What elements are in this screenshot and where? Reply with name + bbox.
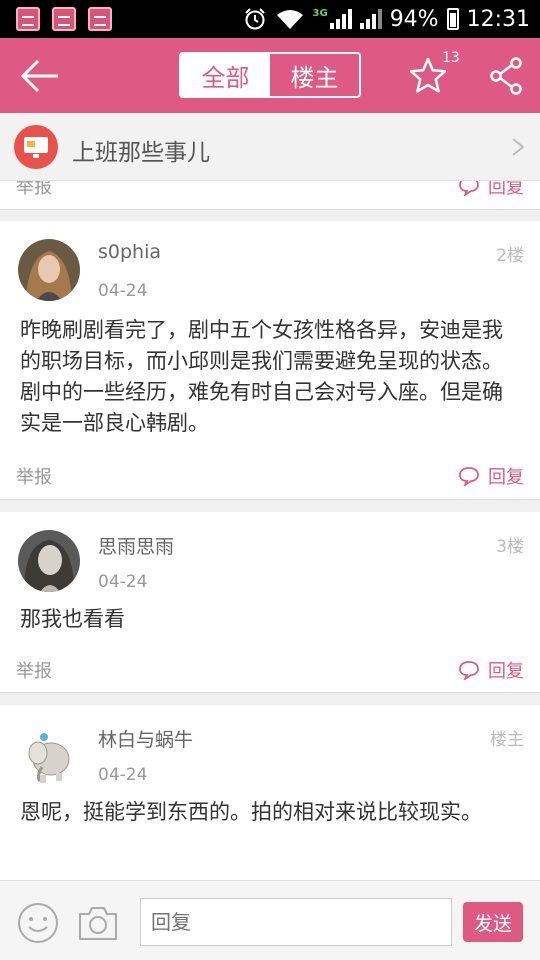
share-icon[interactable]: [488, 56, 524, 96]
avatar[interactable]: [18, 723, 80, 785]
computer-icon: [14, 125, 58, 169]
list-item: 林白与蜗牛 04-24 楼主 恩呢，挺能学到东西的。拍的相对来说比较现实。: [0, 705, 540, 880]
reply-button[interactable]: 回复: [458, 463, 524, 489]
alarm-icon: [244, 8, 265, 30]
post-content: 昨晚刷剧看完了，剧中五个女孩性格各异，安迪是我的职场目标，而小邱则是我们需要避免…: [20, 318, 503, 435]
list-item: 举报 回复: [0, 181, 540, 209]
username[interactable]: s0phia: [98, 241, 161, 263]
comment-icon: [459, 181, 479, 196]
network-type-label: 3G: [312, 7, 328, 19]
post-content: 那我也看看: [20, 607, 125, 631]
username[interactable]: 思雨思雨: [98, 532, 174, 559]
signal-icon: [329, 9, 352, 29]
category-bar[interactable]: 上班那些事儿: [0, 113, 540, 181]
notification-app-icon: [88, 7, 112, 31]
category-title: 上班那些事儿: [72, 140, 210, 166]
favorite-count: 13: [442, 50, 460, 66]
post-content: 恩呢，挺能学到东西的。拍的相对来说比较现实。: [20, 800, 482, 824]
floor-number: 3楼: [496, 537, 524, 557]
reply-label: 回复: [488, 467, 524, 488]
reply-label: 回复: [488, 661, 524, 682]
reply-input-bar: 发送: [0, 880, 540, 960]
post-date: 04-24: [98, 281, 148, 301]
report-link[interactable]: 举报: [16, 657, 52, 683]
wifi-icon: [276, 10, 303, 29]
comment-icon: [459, 661, 479, 680]
reply-label: 回复: [488, 181, 524, 198]
list-item: s0phia 04-24 2楼 昨晚刷剧看完了，剧中五个女孩性格各异，安迪是我的…: [0, 221, 540, 499]
floor-number: 2楼: [496, 246, 524, 266]
avatar[interactable]: [18, 239, 80, 301]
report-link[interactable]: 举报: [16, 463, 52, 489]
comment-icon: [459, 467, 479, 486]
reply-button[interactable]: 回复: [458, 657, 524, 683]
notification-app-icon: [16, 7, 40, 31]
notification-app-icon: [52, 7, 76, 31]
avatar[interactable]: [18, 530, 80, 592]
back-arrow-icon[interactable]: [18, 56, 62, 96]
send-button[interactable]: 发送: [463, 902, 523, 942]
list-item: 思雨思雨 04-24 3楼 那我也看看 举报 回复: [0, 512, 540, 692]
reply-button[interactable]: 回复: [458, 181, 524, 199]
chevron-right-icon: [512, 138, 525, 156]
floor-number: 楼主: [490, 730, 524, 750]
username[interactable]: 林白与蜗牛: [98, 725, 193, 752]
reply-list: 举报 回复 s0phia 04-24 2楼 昨晚刷剧看完了，剧中五个女孩性格各异…: [0, 181, 540, 880]
thread-filter-toggle: 全部 楼主: [179, 52, 361, 98]
status-bar: 3G 94% 12:31: [0, 0, 540, 38]
battery-icon: [446, 8, 459, 30]
battery-percent: 94%: [389, 6, 439, 32]
tab-op-only[interactable]: 楼主: [270, 54, 359, 96]
tab-all[interactable]: 全部: [181, 54, 270, 96]
report-link[interactable]: 举报: [16, 181, 52, 199]
clock: 12:31: [466, 6, 530, 32]
emoji-icon[interactable]: [16, 901, 60, 945]
camera-icon[interactable]: [76, 903, 120, 943]
post-date: 04-24: [98, 572, 148, 592]
top-bar: 全部 楼主 13: [0, 38, 540, 113]
reply-input[interactable]: [140, 898, 452, 946]
post-date: 04-24: [98, 765, 148, 785]
signal-icon: [359, 9, 382, 29]
